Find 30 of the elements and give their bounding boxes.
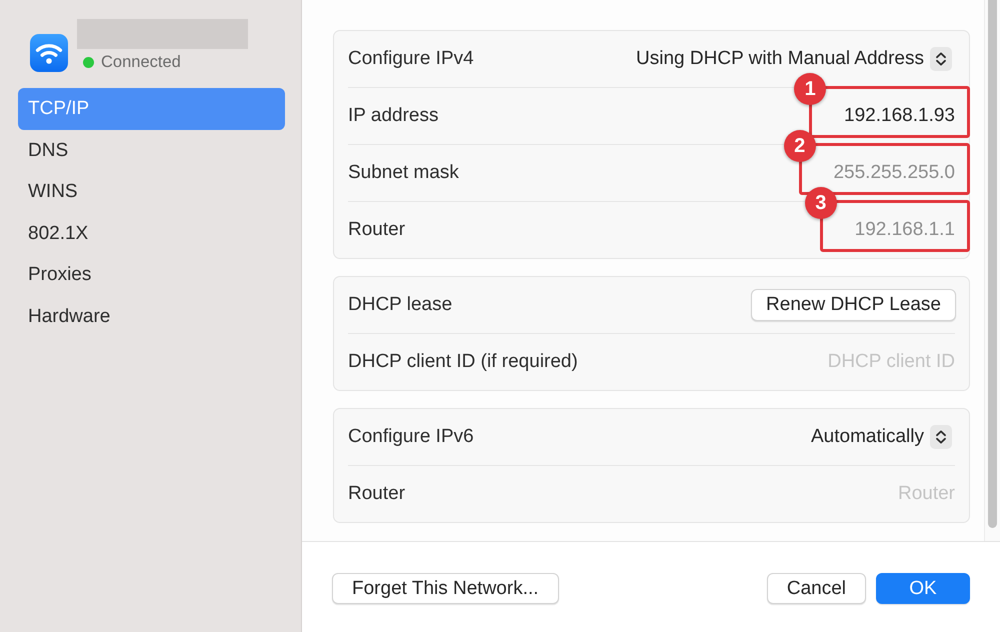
row-label: DHCP client ID (if required) xyxy=(348,351,578,373)
row-label: IP address xyxy=(348,105,438,127)
dialog-button[interactable]: Forget This Network... xyxy=(332,573,559,604)
up-down-chevron-icon xyxy=(930,425,952,449)
row-label: DHCP lease xyxy=(348,294,452,316)
row-label: Configure IPv4 xyxy=(348,48,474,70)
number-badge: 2 xyxy=(784,130,816,162)
sidebar-item[interactable]: Hardware xyxy=(18,296,285,338)
text-field: 192.168.1.1 xyxy=(852,217,955,243)
renew-button[interactable]: Renew DHCP Lease xyxy=(751,289,956,321)
number-badge: 1 xyxy=(794,73,826,105)
sidebar-item[interactable]: WINS xyxy=(18,171,285,213)
sidebar-item[interactable]: DNS xyxy=(18,130,285,172)
scroll-thumb[interactable] xyxy=(988,0,997,528)
row-label: Subnet mask xyxy=(348,162,459,184)
default-button[interactable]: OK xyxy=(876,573,970,604)
wifi-icon xyxy=(30,34,68,72)
row-label: Router xyxy=(348,483,406,505)
row-label: Router xyxy=(348,219,406,241)
popup-button[interactable]: Automatically xyxy=(811,425,952,449)
up-down-chevron-icon xyxy=(930,47,952,71)
popup-button[interactable]: Using DHCP with Manual Address xyxy=(636,47,952,71)
dialog-button[interactable]: Cancel xyxy=(766,573,866,604)
number-badge: 3 xyxy=(804,187,837,219)
sidebar-item[interactable]: 802.1X xyxy=(18,212,285,254)
status-text: Connected xyxy=(101,52,181,72)
text-field: 255.255.255.0 xyxy=(830,160,955,186)
row-label: Configure IPv6 xyxy=(348,426,474,448)
text-field[interactable]: 192.168.1.93 xyxy=(841,103,955,129)
sidebar-item[interactable]: Proxies xyxy=(18,254,285,296)
